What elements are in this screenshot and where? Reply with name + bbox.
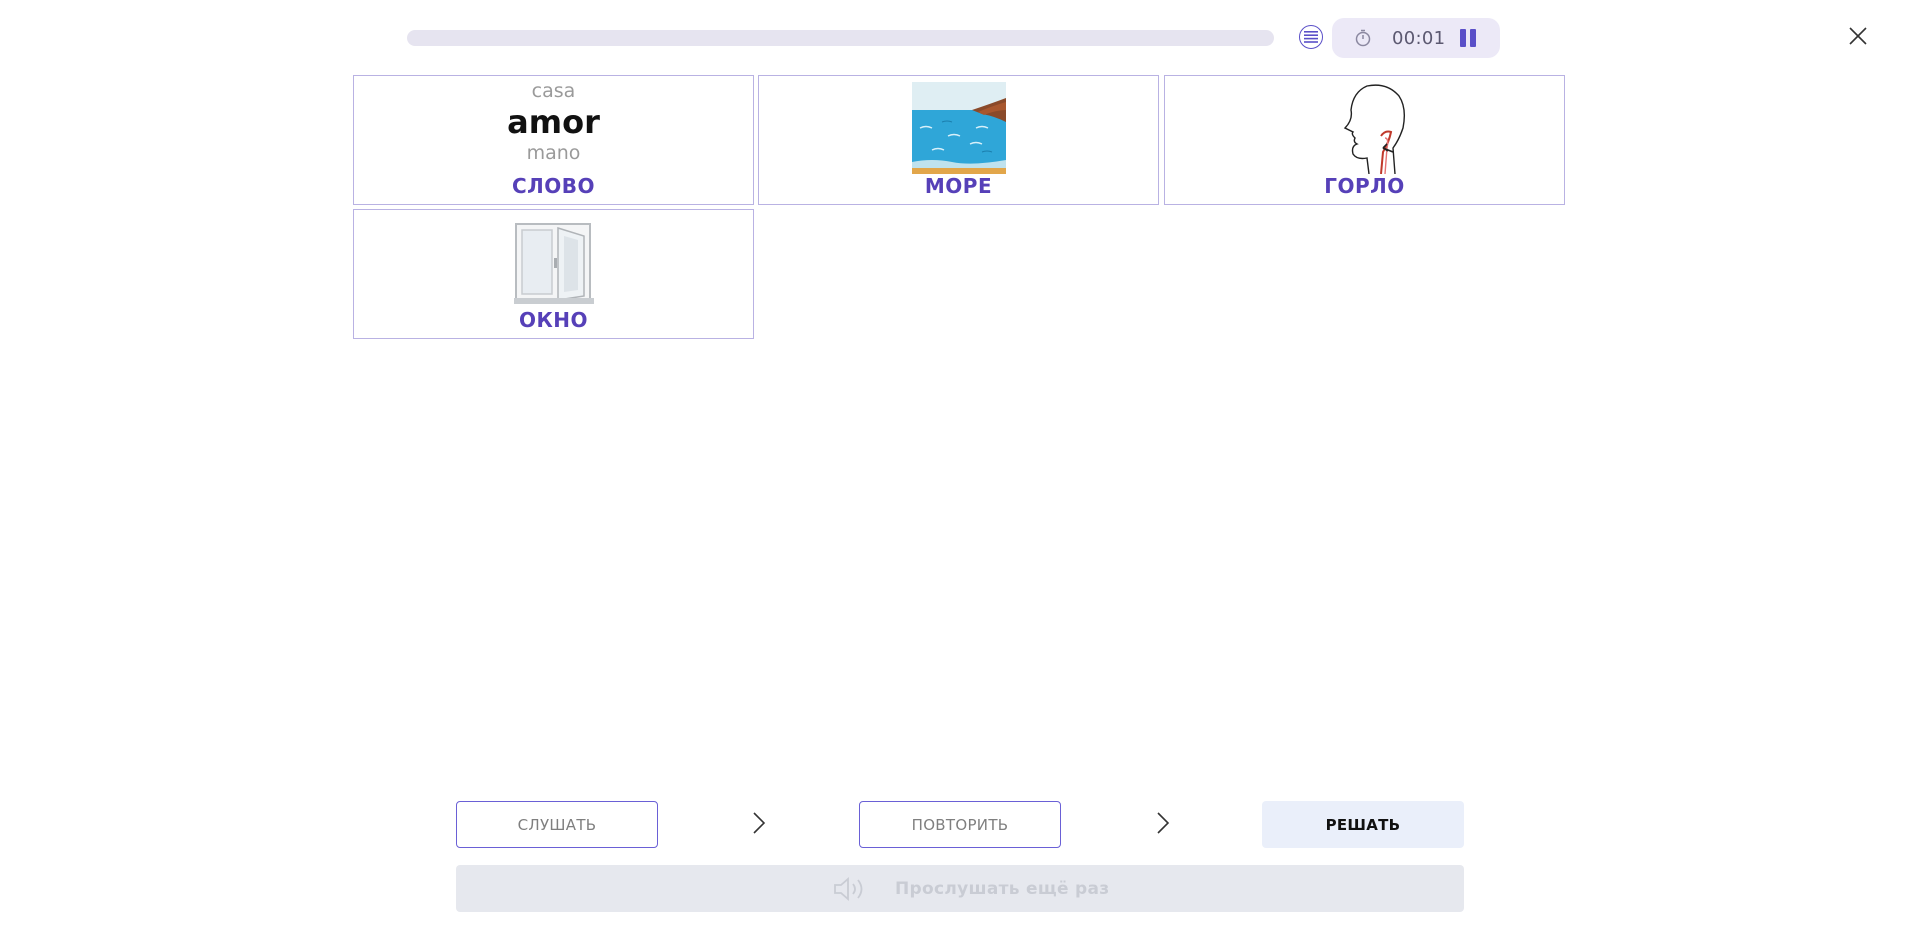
pause-icon: [1460, 29, 1466, 47]
word-stack: casa amor mano: [354, 80, 753, 164]
card-window[interactable]: ОКНО: [353, 209, 754, 339]
chevron-right-icon: [1157, 812, 1170, 834]
repeat-button[interactable]: ПОВТОРИТЬ: [859, 801, 1061, 848]
timer-value: 00:01: [1392, 28, 1446, 49]
card-word[interactable]: casa amor mano СЛОВО: [353, 75, 754, 205]
progress-bar: [407, 30, 1274, 46]
stopwatch-icon: [1355, 29, 1371, 47]
pause-icon-bar: [1470, 29, 1476, 47]
card-label: ГОРЛО: [1324, 174, 1405, 198]
solve-button[interactable]: РЕШАТЬ: [1262, 801, 1464, 848]
timer-panel: 00:01: [1332, 18, 1500, 58]
chevron-right-icon: [753, 812, 766, 834]
pause-button[interactable]: [1458, 29, 1478, 47]
list-icon: [1304, 31, 1318, 43]
sea-picture: [911, 82, 1006, 174]
word-middle: amor: [507, 103, 600, 141]
replay-button[interactable]: Прослушать ещё раз: [456, 865, 1464, 912]
word-top: casa: [531, 80, 576, 102]
close-icon[interactable]: [1846, 24, 1870, 48]
card-label: ОКНО: [518, 308, 589, 332]
list-menu-button[interactable]: [1299, 25, 1323, 49]
card-throat[interactable]: ГОРЛО: [1164, 75, 1565, 205]
word-bottom: mano: [526, 142, 581, 164]
card-label: МОРЕ: [924, 174, 993, 198]
window-picture: [513, 223, 594, 304]
listen-button[interactable]: СЛУШАТЬ: [456, 801, 658, 848]
card-sea[interactable]: МОРЕ: [758, 75, 1159, 205]
replay-label: Прослушать ещё раз: [895, 879, 1110, 899]
card-label: СЛОВО: [511, 174, 596, 198]
speaker-icon: [834, 877, 863, 901]
throat-picture: [1343, 84, 1405, 174]
